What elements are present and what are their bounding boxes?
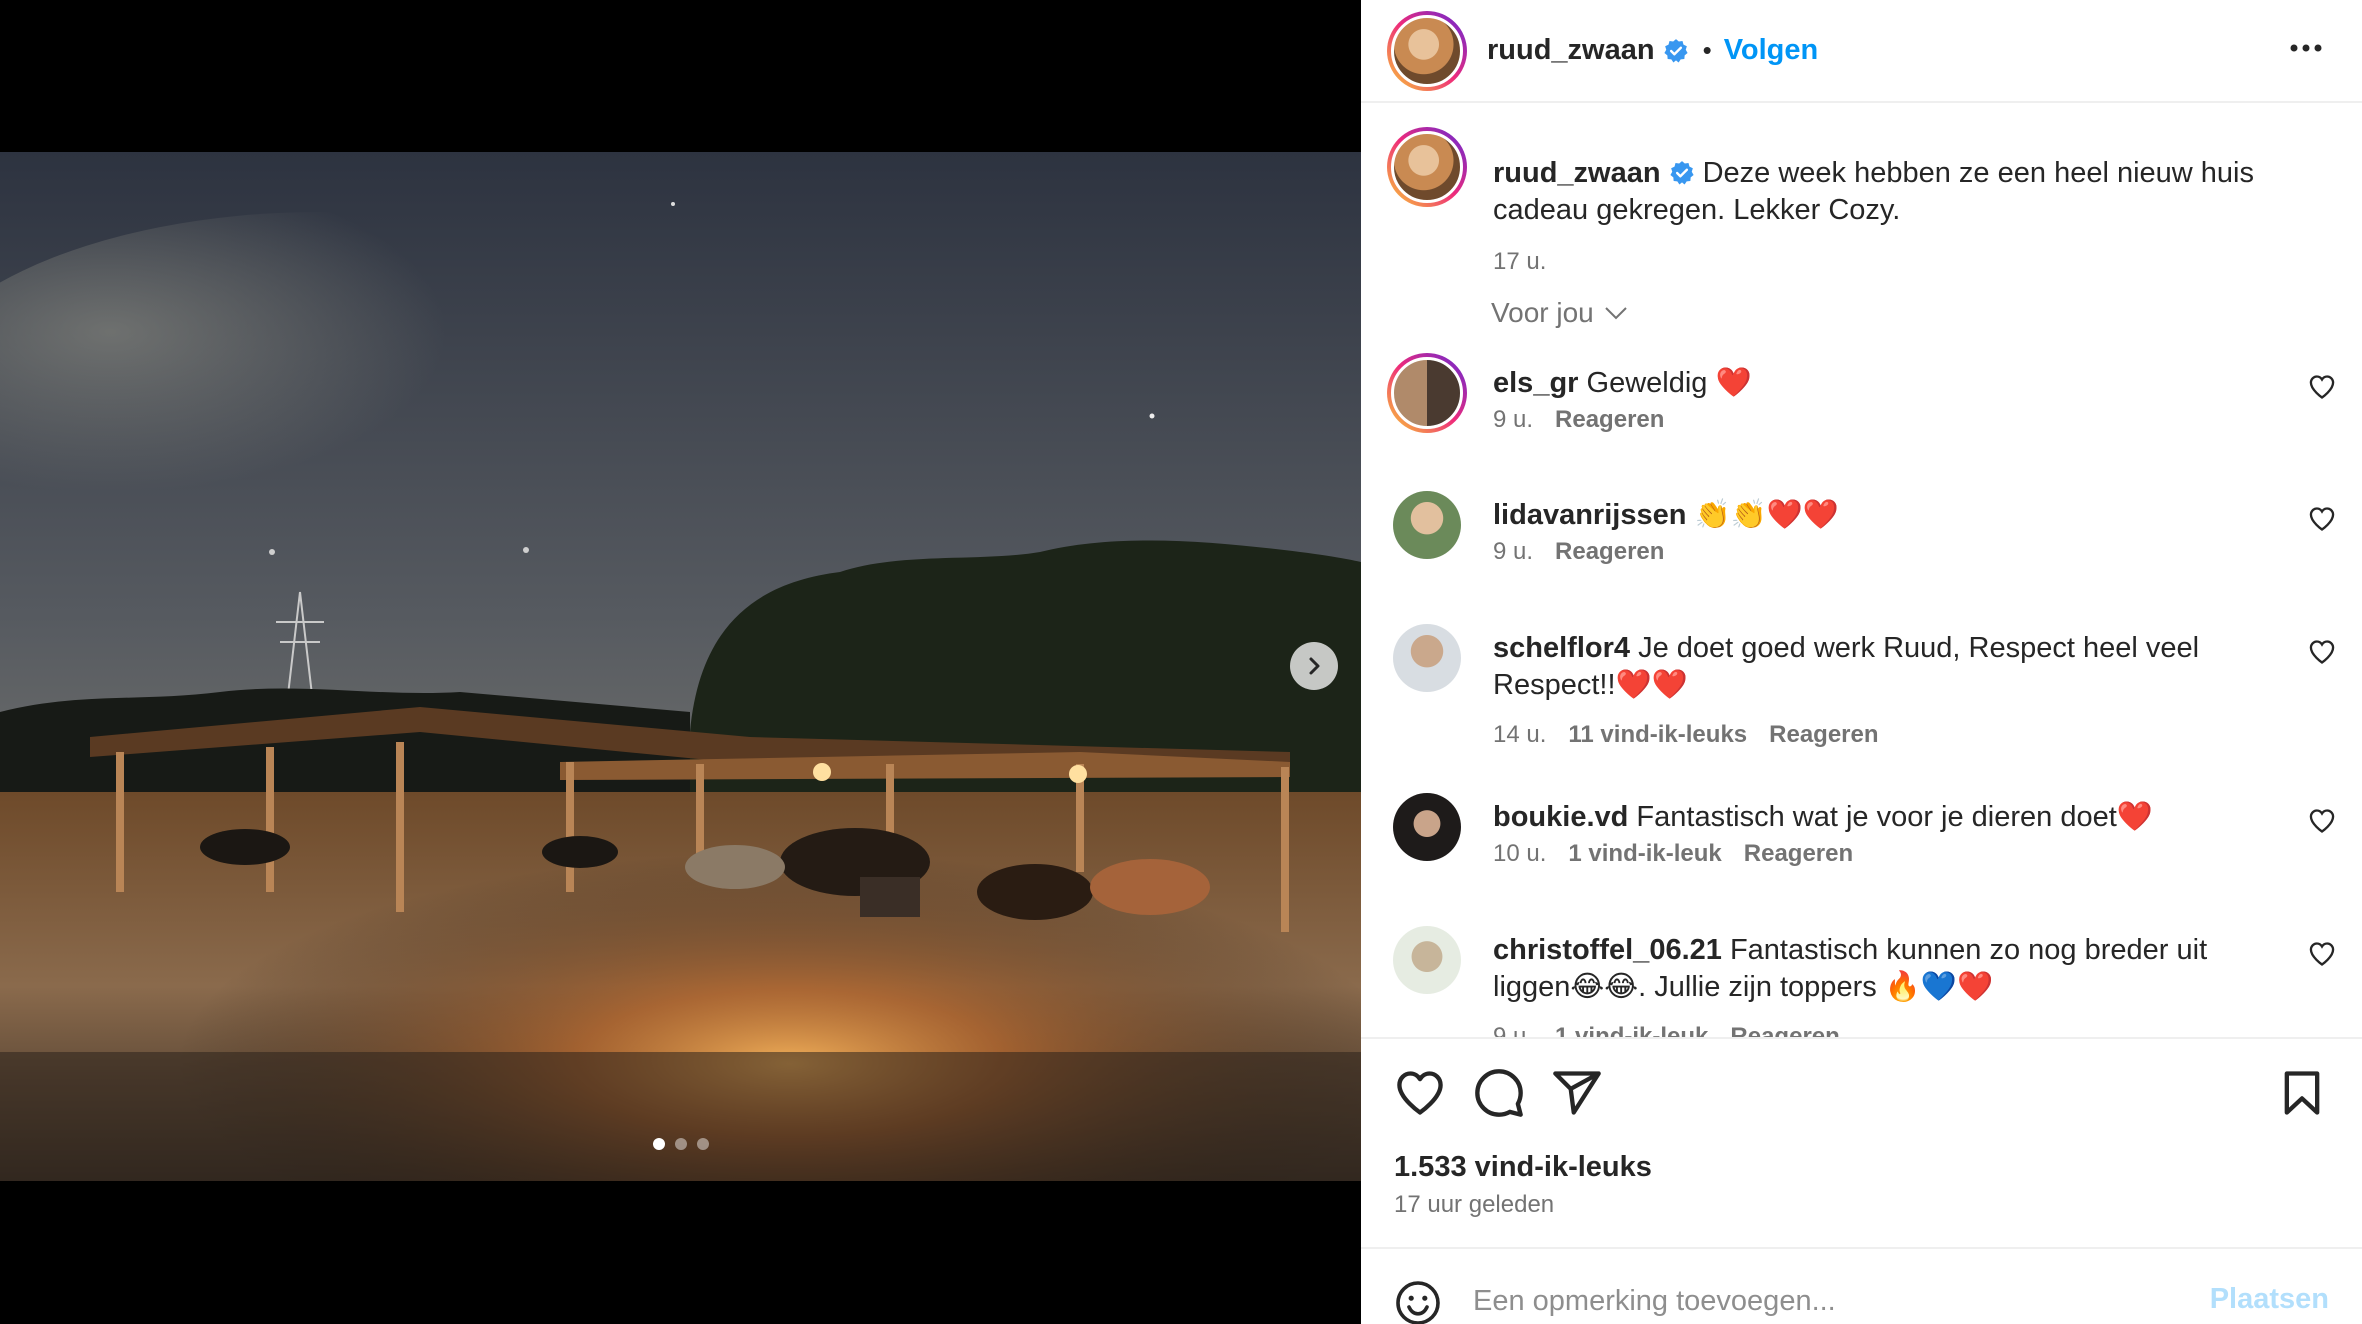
comment-time: 9 u. — [1493, 1023, 1534, 1037]
comment-input[interactable] — [1473, 1271, 2173, 1324]
comment-text-block: christoffel_06.21 Fantastisch kunnen zo … — [1493, 932, 2282, 1006]
reply-button[interactable]: Reageren — [1555, 406, 1664, 434]
commenter-avatar[interactable] — [1393, 491, 1461, 559]
night-barn-photo — [0, 152, 1361, 1181]
comment-time: 14 u. — [1493, 721, 1547, 748]
comment-username[interactable]: christoffel_06.21 — [1493, 934, 1722, 966]
heart-icon[interactable] — [2308, 940, 2336, 968]
comment-meta: 9 u. 1 vind-ik-leuk Reageren — [1493, 1023, 1840, 1037]
comment-username[interactable]: els_gr — [1493, 367, 1578, 399]
post-photo[interactable] — [0, 152, 1361, 1181]
commenter-avatar[interactable] — [1387, 353, 1467, 433]
share-icon[interactable] — [1551, 1067, 1603, 1119]
reply-button[interactable]: Reageren — [1769, 721, 1878, 749]
carousel-dot — [696, 1138, 709, 1150]
more-options-button[interactable] — [2286, 28, 2326, 68]
verified-badge-icon — [1664, 38, 1688, 62]
post-actions: 1.533 vind-ik-leuks 17 uur geleden — [1361, 1037, 2362, 1247]
commenter-avatar[interactable] — [1393, 926, 1461, 994]
comment-username[interactable]: boukie.vd — [1493, 801, 1628, 833]
carousel-indicator — [0, 1138, 1361, 1150]
heart-icon[interactable] — [2308, 505, 2336, 533]
like-count[interactable]: 1.533 vind-ik-leuks — [1394, 1151, 1652, 1184]
heart-icon[interactable] — [2308, 373, 2336, 401]
author-avatar[interactable] — [1387, 10, 1467, 91]
comment-time: 10 u. — [1493, 840, 1547, 867]
caption-time: 17 u. — [1493, 248, 1547, 275]
author-username[interactable]: ruud_zwaan — [1487, 34, 1655, 67]
comment-meta: 9 u. Reageren — [1493, 406, 1664, 434]
reply-button[interactable]: Reageren — [1730, 1023, 1839, 1037]
header-separator: • — [1702, 35, 1712, 65]
post-side-panel: ruud_zwaan • Volgen ruud_zwaan Deze week … — [1361, 0, 2362, 1324]
heart-icon[interactable] — [2308, 638, 2336, 666]
post-media — [0, 0, 1361, 1324]
comment-meta: 9 u. Reageren — [1493, 538, 1664, 566]
comment-row: els_gr Geweldig ❤️ 9 u. Reageren — [1387, 353, 2362, 463]
comment-row: boukie.vd Fantastisch wat je voor je die… — [1387, 787, 2362, 897]
comment-time: 9 u. — [1493, 538, 1534, 565]
author-avatar[interactable] — [1387, 127, 1467, 207]
reply-button[interactable]: Reageren — [1744, 840, 1853, 868]
comment-sort-label: Voor jou — [1491, 297, 1594, 328]
comment-composer: Plaatsen — [1361, 1247, 2362, 1324]
comment-row: lidavanrijssen 👏👏❤️❤️ 9 u. Reageren — [1387, 485, 2362, 595]
comment-meta: 14 u. 11 vind-ik-leuks Reageren — [1493, 721, 1879, 749]
caption-username[interactable]: ruud_zwaan — [1493, 157, 1661, 189]
comment-text-block: boukie.vd Fantastisch wat je voor je die… — [1493, 799, 2282, 836]
comment-text-block: lidavanrijssen 👏👏❤️❤️ — [1493, 497, 2282, 534]
comment-time: 9 u. — [1493, 406, 1534, 433]
bookmark-icon[interactable] — [2276, 1067, 2328, 1119]
comment-text-block: els_gr Geweldig ❤️ — [1493, 365, 2282, 402]
comment-text: 👏👏❤️❤️ — [1694, 499, 1839, 531]
commenter-avatar[interactable] — [1393, 624, 1461, 692]
heart-icon[interactable] — [1394, 1067, 1446, 1119]
comment-like-count[interactable]: 11 vind-ik-leuks — [1568, 721, 1747, 749]
comments-list[interactable]: ruud_zwaan Deze week hebben ze een heel n… — [1361, 105, 2362, 1037]
post-comment-button[interactable]: Plaatsen — [2210, 1283, 2329, 1316]
comment-row: schelflor4 Je doet goed werk Ruud, Respe… — [1387, 618, 2362, 768]
next-slide-button[interactable] — [1290, 642, 1338, 690]
comment-username[interactable]: schelflor4 — [1493, 632, 1630, 664]
chevron-down-icon — [1605, 307, 1627, 320]
post-timestamp: 17 uur geleden — [1394, 1191, 1555, 1218]
follow-button[interactable]: Volgen — [1724, 34, 1819, 67]
comment-text: Fantastisch wat je voor je dieren doet❤️ — [1636, 801, 2153, 833]
more-options-icon — [2290, 44, 2322, 52]
post-header: ruud_zwaan • Volgen — [1361, 0, 2362, 103]
comment-username[interactable]: lidavanrijssen — [1493, 499, 1686, 531]
comment-like-count[interactable]: 1 vind-ik-leuk — [1568, 840, 1721, 868]
commenter-avatar[interactable] — [1393, 793, 1461, 861]
comment-text-block: schelflor4 Je doet goed werk Ruud, Respe… — [1493, 630, 2282, 704]
carousel-dot — [652, 1138, 665, 1150]
carousel-dot — [674, 1138, 687, 1150]
comment-sort-toggle[interactable]: Voor jou — [1491, 297, 1628, 329]
caption-meta: 17 u. — [1493, 248, 1546, 276]
verified-badge-icon — [1670, 161, 1694, 185]
comment-text: Geweldig ❤️ — [1586, 367, 1752, 399]
comment-like-count[interactable]: 1 vind-ik-leuk — [1555, 1023, 1708, 1037]
comment-row: christoffel_06.21 Fantastisch kunnen zo … — [1387, 920, 2362, 1037]
chevron-right-icon — [1309, 657, 1320, 675]
caption-row: ruud_zwaan Deze week hebben ze een heel n… — [1387, 127, 2362, 277]
caption-text-block: ruud_zwaan Deze week hebben ze een heel n… — [1493, 155, 2282, 229]
reply-button[interactable]: Reageren — [1555, 538, 1664, 566]
emoji-icon[interactable] — [1394, 1279, 1442, 1324]
heart-icon[interactable] — [2308, 807, 2336, 835]
comment-meta: 10 u. 1 vind-ik-leuk Reageren — [1493, 840, 1853, 868]
comment-icon[interactable] — [1473, 1067, 1525, 1119]
